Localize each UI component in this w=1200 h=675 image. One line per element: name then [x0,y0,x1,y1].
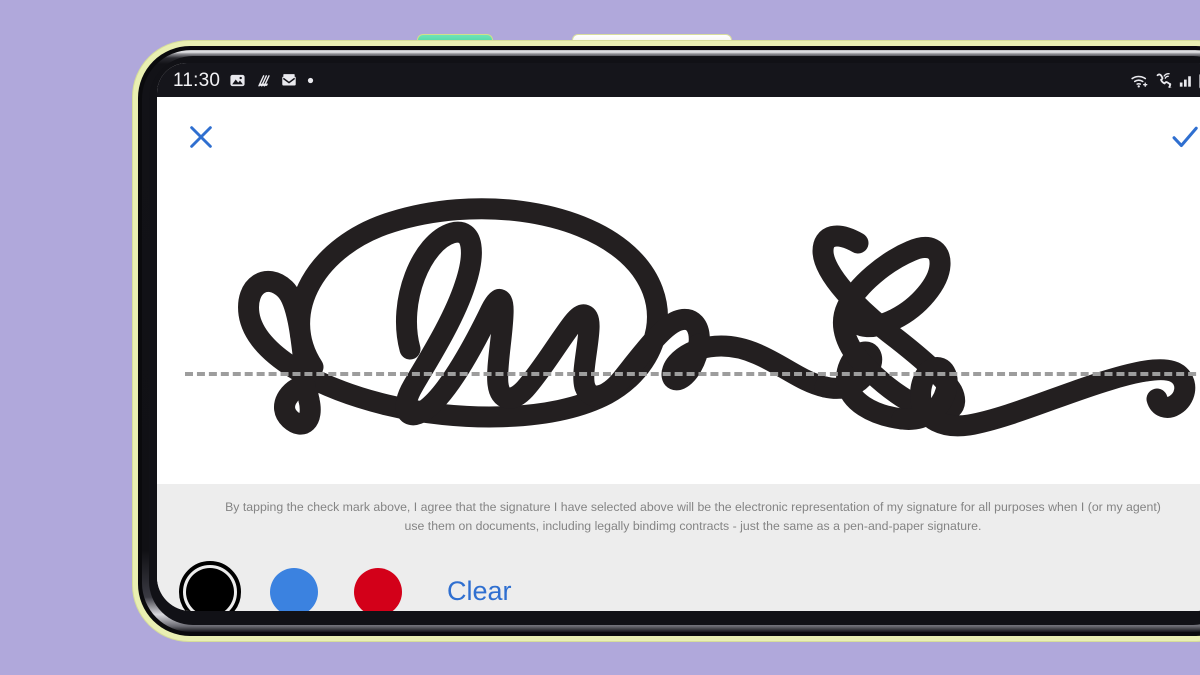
close-icon [186,122,216,155]
mail-icon [280,72,298,89]
signature-canvas[interactable] [157,179,1200,484]
status-bar: 11:30 2 [157,63,1200,97]
status-clock: 11:30 [173,69,221,91]
color-swatch-black[interactable] [179,560,241,611]
image-icon [229,72,246,89]
disclaimer-line-2: use them on documents, including legally… [404,519,982,533]
confirm-button[interactable] [1163,116,1200,160]
signature-toolbar: Clear [157,542,1200,611]
clear-button[interactable]: Clear [441,576,518,607]
legal-disclaimer: By tapping the check mark above, I agree… [157,484,1200,542]
cast-icon [255,72,271,89]
call-icon-badge: 2 [1168,82,1172,89]
status-bar-left: 11:30 [173,71,314,90]
color-swatch-red-dot [354,567,402,611]
close-button[interactable] [179,116,223,160]
color-swatch-blue[interactable] [263,561,325,611]
wifi-icon [1130,72,1149,89]
signal-icon [1179,72,1194,88]
screenshot-stage: 11:30 2 By tapping the check mark above,… [0,0,1200,675]
dot-icon [307,77,314,84]
signature-ink [238,198,1196,437]
signature-baseline [185,372,1200,376]
color-swatch-blue-dot [270,567,318,611]
status-bar-right: 2 [1130,72,1200,89]
check-icon [1169,121,1200,156]
color-swatch-black-dot [186,567,234,611]
phone-screen: 11:30 2 By tapping the check mark above,… [157,63,1200,611]
color-swatch-red[interactable] [347,561,409,611]
call-icon: 2 [1154,72,1174,89]
signature-action-bar [157,97,1200,179]
disclaimer-line-1: By tapping the check mark above, I agree… [225,500,1161,514]
